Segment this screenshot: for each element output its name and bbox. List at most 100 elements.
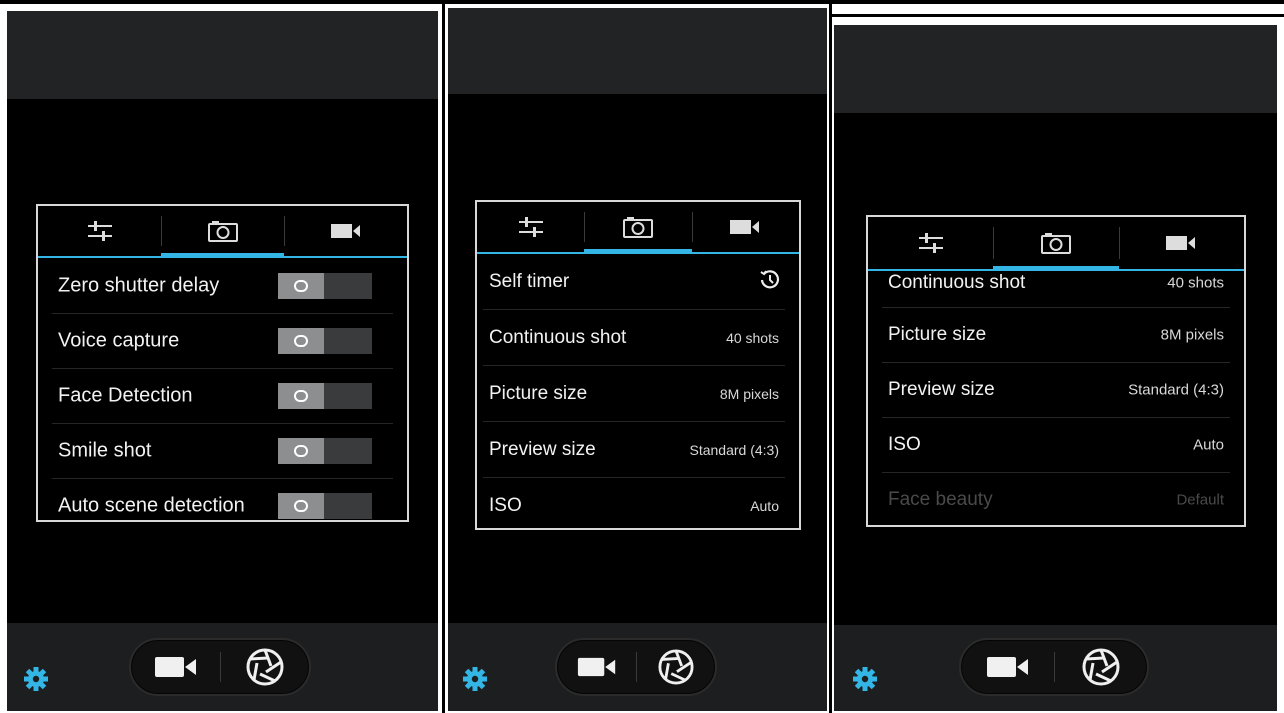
- setting-label: Preview size: [888, 378, 995, 400]
- setting-label: Picture size: [489, 382, 588, 404]
- setting-row[interactable]: Picture size 8M pixels: [882, 307, 1230, 363]
- setting-row[interactable]: Continuous shot 40 shots: [882, 259, 1230, 308]
- settings-tabs: [477, 202, 799, 254]
- tab-camera-settings[interactable]: [584, 202, 692, 254]
- camera-icon: [207, 221, 238, 242]
- shutter-button[interactable]: [636, 640, 715, 694]
- toggle-switch[interactable]: [278, 272, 372, 299]
- settings-panel: Self timer Continuous shot 40 shots Pict…: [475, 200, 801, 530]
- aperture-icon: [246, 648, 283, 686]
- setting-value: 40 shots: [726, 329, 779, 346]
- settings-list: Continuous shot 40 shots Picture size 8M…: [868, 271, 1244, 525]
- tab-camera-settings[interactable]: [161, 206, 284, 258]
- sliders-icon: [918, 233, 943, 253]
- toggle-knob: [278, 437, 324, 464]
- video-icon: [730, 220, 760, 234]
- setting-label: Preview size: [489, 438, 596, 460]
- setting-row[interactable]: Auto scene detection: [52, 478, 393, 520]
- shutter-button[interactable]: [220, 640, 309, 694]
- setting-row[interactable]: Continuous shot 40 shots: [483, 310, 785, 366]
- sliders-icon: [518, 217, 543, 237]
- setting-row[interactable]: Picture size 8M pixels: [483, 366, 785, 422]
- toggle-switch[interactable]: [278, 382, 372, 409]
- phone-screen-3: Continuous shot 40 shots Picture size 8M…: [834, 25, 1277, 711]
- top-bar: [834, 25, 1277, 113]
- settings-button[interactable]: [462, 666, 488, 697]
- top-bar: [448, 8, 827, 94]
- setting-row[interactable]: Face Detection: [52, 368, 393, 424]
- setting-label: Smile shot: [58, 439, 152, 461]
- settings-button[interactable]: [852, 666, 878, 697]
- video-record-button[interactable]: [131, 640, 220, 694]
- timer-icon: [759, 269, 781, 295]
- camera-icon: [1040, 233, 1071, 254]
- setting-label: Continuous shot: [888, 272, 1026, 293]
- setting-value: Auto: [750, 497, 779, 514]
- toggle-switch[interactable]: [278, 437, 372, 464]
- setting-row[interactable]: ISO Auto: [483, 478, 785, 528]
- setting-label: Face Detection: [58, 384, 193, 406]
- screen-divider: [442, 0, 445, 713]
- setting-label: ISO: [888, 433, 921, 455]
- top-border: [0, 0, 1284, 4]
- video-record-button[interactable]: [557, 640, 636, 694]
- sliders-icon: [87, 221, 112, 241]
- settings-list: Zero shutter delay Voice capture Face De…: [38, 258, 407, 520]
- toggle-switch[interactable]: [278, 492, 372, 519]
- setting-value: Auto: [1193, 436, 1224, 453]
- tab-general-settings[interactable]: [477, 202, 584, 252]
- tab-general-settings[interactable]: [38, 206, 161, 256]
- setting-label: Voice capture: [58, 329, 180, 351]
- toggle-knob: [278, 492, 324, 519]
- video-record-button[interactable]: [961, 640, 1054, 694]
- toggle-knob: [278, 382, 324, 409]
- phone-screen-1: Zero shutter delay Voice capture Face De…: [7, 11, 438, 711]
- bottom-bar: [448, 623, 827, 711]
- video-icon: [330, 224, 360, 238]
- gear-icon: [24, 667, 48, 691]
- video-camera-icon: [577, 657, 615, 677]
- capture-controls: [959, 638, 1149, 696]
- shutter-button[interactable]: [1054, 640, 1147, 694]
- setting-label: Auto scene detection: [58, 494, 245, 516]
- setting-label: ISO: [489, 494, 522, 516]
- setting-row[interactable]: Smile shot: [52, 423, 393, 479]
- aperture-icon: [657, 649, 694, 685]
- setting-value: Standard (4:3): [1128, 381, 1224, 398]
- phone-screen-2: Self timer Continuous shot 40 shots Pict…: [448, 8, 827, 711]
- tab-video-settings[interactable]: [691, 202, 799, 252]
- setting-value: 40 shots: [1167, 274, 1224, 292]
- setting-row[interactable]: Voice capture: [52, 313, 393, 369]
- gear-icon: [463, 667, 487, 691]
- setting-label: Self timer: [489, 270, 570, 292]
- setting-row-disabled: Face beauty Default: [882, 472, 1230, 525]
- screen-top-border: [832, 14, 1284, 17]
- setting-value: Standard (4:3): [689, 441, 780, 458]
- gear-icon: [853, 667, 877, 691]
- toggle-knob: [278, 327, 324, 354]
- video-icon: [1166, 236, 1196, 250]
- capture-controls: [129, 638, 311, 696]
- screen-divider: [829, 0, 832, 713]
- setting-label: Continuous shot: [489, 326, 627, 348]
- capture-controls: [555, 638, 717, 696]
- setting-value: Default: [1176, 491, 1224, 508]
- setting-value: 8M pixels: [1160, 326, 1224, 343]
- tab-video-settings[interactable]: [284, 206, 407, 256]
- toggle-knob: [278, 272, 324, 299]
- video-camera-icon: [986, 657, 1028, 677]
- setting-row[interactable]: Preview size Standard (4:3): [483, 422, 785, 478]
- setting-row-self-timer[interactable]: Self timer: [483, 254, 785, 310]
- aperture-icon: [1082, 648, 1119, 686]
- settings-button[interactable]: [23, 666, 49, 697]
- setting-row[interactable]: ISO Auto: [882, 417, 1230, 473]
- toggle-switch[interactable]: [278, 327, 372, 354]
- top-bar: [7, 11, 438, 99]
- settings-panel: Zero shutter delay Voice capture Face De…: [36, 204, 409, 522]
- setting-label: Face beauty: [888, 488, 993, 510]
- setting-row[interactable]: Preview size Standard (4:3): [882, 362, 1230, 418]
- setting-row[interactable]: Zero shutter delay: [52, 258, 393, 314]
- setting-label: Picture size: [888, 323, 987, 345]
- camera-icon: [622, 217, 653, 238]
- bottom-bar: [7, 623, 438, 711]
